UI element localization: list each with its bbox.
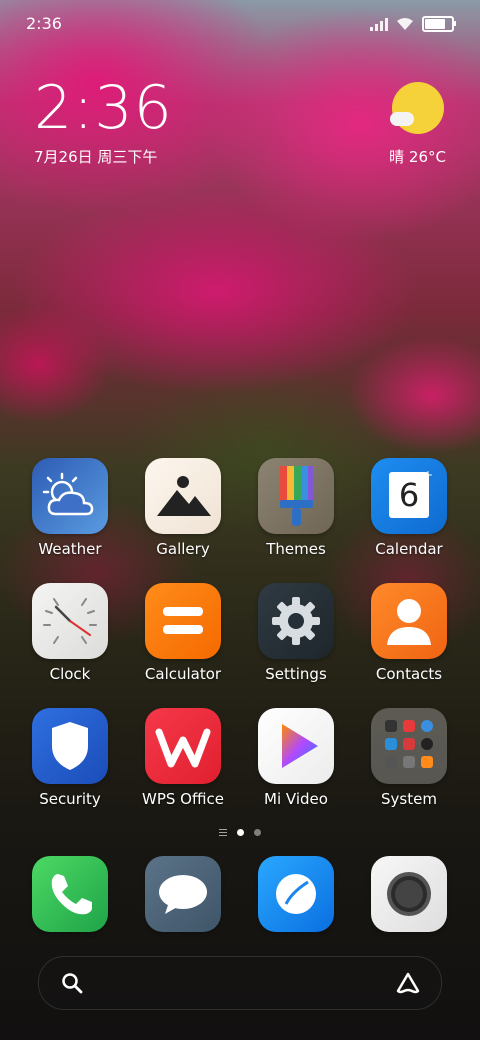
dock-phone[interactable] — [18, 856, 122, 932]
search-icon[interactable] — [61, 972, 83, 994]
app-label: Weather — [38, 540, 102, 558]
app-settings[interactable]: Settings — [244, 583, 348, 683]
status-bar: 2:36 — [0, 14, 480, 36]
app-label: Contacts — [375, 665, 443, 683]
status-time: 2:36 — [26, 14, 62, 33]
clock-icon — [32, 583, 108, 659]
app-security[interactable]: Security — [18, 708, 122, 808]
app-mi-video[interactable]: Mi Video — [244, 708, 348, 808]
page-dot — [254, 829, 261, 836]
signal-icon — [370, 17, 388, 31]
clock-widget-date[interactable]: 7月26日 周三下午 — [34, 146, 157, 167]
page-dot-current — [237, 829, 244, 836]
app-label: Security — [39, 790, 101, 808]
app-label: System — [381, 790, 437, 808]
app-label: Gallery — [156, 540, 210, 558]
app-vault-icon[interactable] — [395, 971, 421, 995]
app-calculator[interactable]: Calculator — [131, 583, 235, 683]
app-label: Calendar — [375, 540, 443, 558]
app-clock[interactable]: Clock — [18, 583, 122, 683]
wifi-icon — [397, 18, 413, 30]
search-bar[interactable] — [38, 956, 442, 1010]
page-indicator[interactable] — [0, 829, 480, 836]
dock-camera[interactable] — [357, 856, 461, 932]
feed-lines-icon — [219, 829, 227, 836]
calendar-icon: 6 + — [371, 458, 447, 534]
app-contacts[interactable]: Contacts — [357, 583, 461, 683]
app-label: Calculator — [144, 665, 222, 683]
gallery-icon — [145, 458, 221, 534]
calculator-icon — [145, 583, 221, 659]
app-wps-office[interactable]: WPS Office — [131, 708, 235, 808]
contacts-icon — [371, 583, 447, 659]
status-icons — [370, 16, 456, 32]
dock-browser[interactable] — [244, 856, 348, 932]
wps-office-icon — [145, 708, 221, 784]
battery-icon — [422, 16, 456, 32]
weather-widget-text: 晴 26°C — [389, 148, 446, 166]
app-gallery[interactable]: Gallery — [131, 458, 235, 558]
app-label: Mi Video — [264, 790, 328, 808]
browser-icon — [258, 856, 334, 932]
system-folder-icon — [371, 708, 447, 784]
dock-messages[interactable] — [131, 856, 235, 932]
weather-icon — [32, 458, 108, 534]
app-calendar[interactable]: 6 + Calendar — [357, 458, 461, 558]
sun-with-cloud-icon — [392, 82, 444, 134]
app-label: Themes — [266, 540, 326, 558]
camera-icon — [371, 856, 447, 932]
phone-icon — [32, 856, 108, 932]
clock-widget-time[interactable]: 2:36 — [34, 78, 173, 138]
messages-icon — [145, 856, 221, 932]
app-themes[interactable]: Themes — [244, 458, 348, 558]
mi-video-icon — [258, 708, 334, 784]
app-label: Settings — [265, 665, 327, 683]
themes-icon — [258, 458, 334, 534]
settings-icon — [258, 583, 334, 659]
app-label: Clock — [49, 665, 91, 683]
app-label: WPS Office — [142, 790, 224, 808]
app-system-folder[interactable]: System — [357, 708, 461, 808]
security-icon — [32, 708, 108, 784]
cloud-shape — [390, 112, 414, 126]
app-weather[interactable]: Weather — [18, 458, 122, 558]
